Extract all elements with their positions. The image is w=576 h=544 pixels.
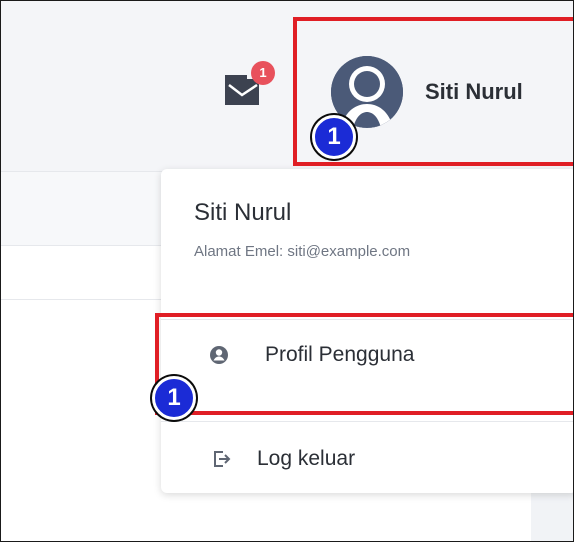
- dropdown-user-name: Siti Nurul: [194, 199, 292, 226]
- menu-item-logout[interactable]: Log keluar: [161, 431, 573, 489]
- highlight-profile-item: [155, 313, 573, 415]
- logout-icon: [214, 451, 231, 467]
- menu-item-label: Log keluar: [257, 447, 356, 470]
- notification-count-badge: 1: [251, 61, 275, 85]
- dropdown-user-email: Alamat Emel: siti@example.com: [194, 243, 411, 260]
- step-badge: 1: [312, 115, 356, 159]
- step-badge: 1: [152, 376, 196, 420]
- dropdown-divider: [161, 421, 573, 422]
- screenshot-frame: 1 Siti Nurul Siti Nurul Alamat Emel: sit…: [0, 0, 574, 542]
